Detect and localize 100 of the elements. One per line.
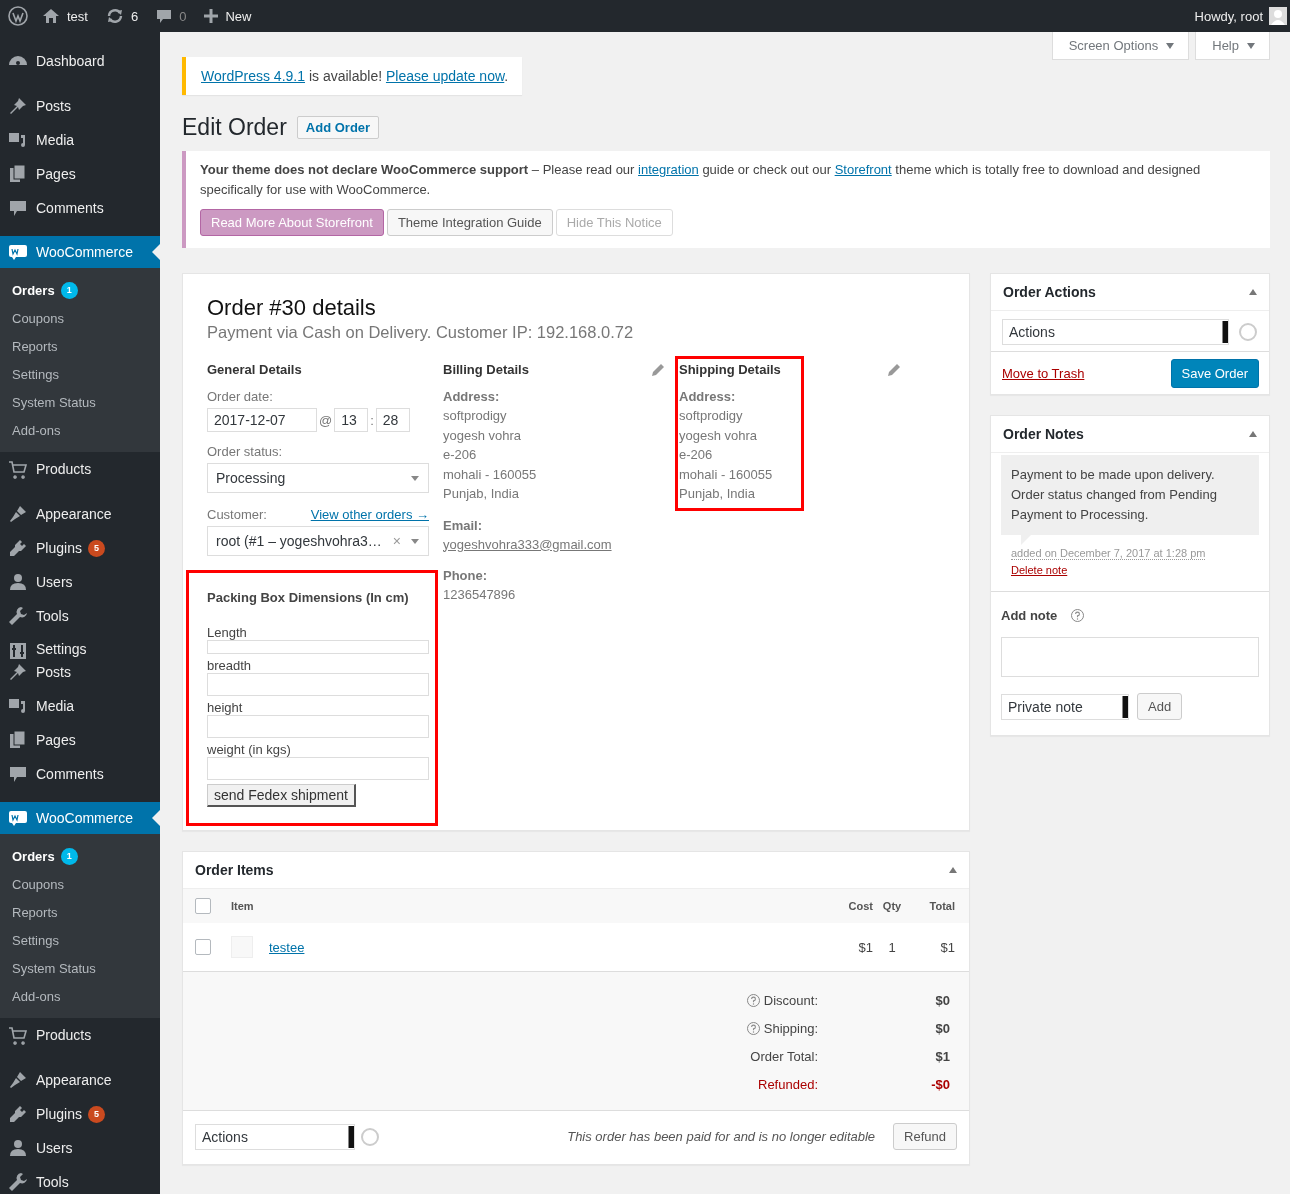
add-note-button[interactable]: Add xyxy=(1137,693,1183,720)
checkbox[interactable] xyxy=(195,939,211,955)
help-icon[interactable] xyxy=(746,1021,760,1035)
cart-icon xyxy=(8,1025,28,1045)
submenu-item[interactable]: Reports xyxy=(0,332,160,360)
submenu-item[interactable]: Add-ons xyxy=(0,416,160,444)
screen-tab[interactable]: Help xyxy=(1195,32,1270,60)
submenu-item[interactable]: Settings xyxy=(0,360,160,388)
menu-item[interactable]: Tools xyxy=(0,1165,160,1194)
menu-item[interactable]: Media xyxy=(0,689,160,723)
total-value: $0 xyxy=(934,1020,950,1036)
note-type-select[interactable]: Private note xyxy=(1001,693,1129,720)
menu-item-current[interactable]: WooCommerce xyxy=(0,236,160,268)
field-label: height xyxy=(207,700,244,715)
dimension-field[interactable] xyxy=(207,715,429,738)
refund-button[interactable]: Refund xyxy=(893,1123,957,1150)
wordpress-logo-icon[interactable] xyxy=(8,6,28,26)
pin-icon xyxy=(8,662,28,682)
comment-icon xyxy=(8,198,28,218)
menu-item[interactable]: Tools xyxy=(0,599,160,633)
menu-item[interactable]: Comments xyxy=(0,757,160,791)
total-label: Shipping: xyxy=(763,1020,818,1036)
menu-item[interactable]: Products xyxy=(0,452,160,486)
field-label: breadth xyxy=(207,658,253,673)
table-cell-text: 1 xyxy=(887,939,897,955)
media-icon xyxy=(8,130,28,150)
submenu-item[interactable]: System Status xyxy=(0,954,160,982)
status-select[interactable]: Processing xyxy=(207,463,429,493)
pencil-icon[interactable] xyxy=(887,362,901,377)
customer-select[interactable]: root (#1 – yogeshvohra3… × xyxy=(207,526,429,556)
comments-link[interactable]: 0 xyxy=(156,8,187,24)
submenu-item[interactable]: Orders 1 xyxy=(0,842,160,870)
address-line: softprodigy xyxy=(679,407,744,425)
note-field[interactable] xyxy=(1001,637,1259,677)
trash-link[interactable]: Move to Trash xyxy=(1002,366,1085,381)
send-shipment-button[interactable]: send Fedex shipment xyxy=(207,784,356,807)
minute-field[interactable]: 28 xyxy=(375,408,410,432)
help-icon[interactable] xyxy=(1071,609,1085,622)
menu-item[interactable]: Posts xyxy=(0,89,160,123)
pencil-icon[interactable] xyxy=(651,362,665,377)
total-value: -$0 xyxy=(930,1076,950,1092)
address-line: softprodigy xyxy=(443,407,508,425)
notice-button[interactable]: Theme Integration Guide xyxy=(386,209,553,236)
checkbox[interactable] xyxy=(195,898,211,914)
save-order-button[interactable]: Save Order xyxy=(1170,359,1259,388)
notice-link[interactable]: integration xyxy=(638,162,699,177)
menu-item[interactable]: Appearance xyxy=(0,497,160,531)
delete-note-link[interactable]: Delete note xyxy=(1011,564,1068,576)
date-field[interactable]: 2017-12-07 xyxy=(207,408,317,432)
avatar-icon[interactable] xyxy=(1269,7,1287,25)
submenu-item[interactable]: Coupons xyxy=(0,870,160,898)
address-line: yogesh vohra xyxy=(679,426,759,445)
account-link[interactable]: Howdy, root xyxy=(1194,8,1263,24)
menu-item[interactable]: Users xyxy=(0,565,160,599)
add-order-button[interactable]: Add Order xyxy=(296,116,380,139)
menu-item[interactable]: Appearance xyxy=(0,1063,160,1097)
submenu-item[interactable]: System Status xyxy=(0,388,160,416)
update-count-badge: 5 xyxy=(87,1105,105,1123)
address-label: Address: xyxy=(443,389,501,404)
menu-item[interactable]: Comments xyxy=(0,191,160,225)
menu-item[interactable]: Products xyxy=(0,1018,160,1052)
dimension-field[interactable] xyxy=(207,640,429,654)
new-link[interactable]: New xyxy=(204,8,252,24)
notice-link[interactable]: Storefront xyxy=(834,162,892,177)
submenu-item[interactable]: Settings xyxy=(0,926,160,954)
menu-item[interactable]: Dashboard xyxy=(0,44,160,78)
menu-item[interactable]: Media xyxy=(0,123,160,157)
wrench-icon xyxy=(8,606,28,626)
submenu-item[interactable]: Reports xyxy=(0,898,160,926)
notice-text: Your theme does not declare WooCommerce support – Please read our integration guide or check out our Storefront theme which is totally free to download and designed specifically for use with WooCommerce. xyxy=(200,161,1202,199)
hour-field[interactable]: 13 xyxy=(334,408,369,432)
note-meta: added on December 7, 2017 at 1:28 pm Delete note xyxy=(1011,546,1207,578)
collapse-icon[interactable] xyxy=(1249,289,1257,295)
submenu-item[interactable]: Add-ons xyxy=(0,982,160,1010)
updates-link[interactable]: 6 xyxy=(105,8,139,24)
actions-select[interactable]: Actions xyxy=(195,1123,355,1150)
submenu-item[interactable]: Coupons xyxy=(0,304,160,332)
dimension-field[interactable] xyxy=(207,673,429,696)
screen-tab[interactable]: Screen Options xyxy=(1051,32,1190,60)
menu-item[interactable]: Users xyxy=(0,1131,160,1165)
submenu-item[interactable]: Orders 1 xyxy=(0,276,160,304)
field-label: weight (in kgs) xyxy=(207,742,292,757)
dimension-field[interactable] xyxy=(207,757,429,780)
product-link[interactable]: testee xyxy=(269,939,833,955)
add-note-label: Add note xyxy=(1001,608,1058,623)
email-link[interactable]: yogeshvohra333@gmail.com xyxy=(443,534,665,554)
site-link[interactable]: test xyxy=(42,8,88,24)
actions-select[interactable]: Actions xyxy=(1002,319,1229,345)
menu-item[interactable]: Plugins 5 xyxy=(0,531,160,565)
plug-icon xyxy=(8,538,28,558)
collapse-icon[interactable] xyxy=(949,867,957,873)
menu-item[interactable]: Pages xyxy=(0,723,160,757)
view-orders-link[interactable]: View other orders → xyxy=(310,507,429,522)
help-icon[interactable] xyxy=(746,993,760,1007)
menu-item-current[interactable]: WooCommerce xyxy=(0,802,160,834)
menu-item[interactable]: Plugins 5 xyxy=(0,1097,160,1131)
notice-link[interactable]: WordPress 4.9.1 xyxy=(201,68,305,84)
menu-item[interactable]: Pages xyxy=(0,157,160,191)
collapse-icon[interactable] xyxy=(1249,431,1257,437)
menu-item[interactable]: Settings xyxy=(0,633,160,655)
